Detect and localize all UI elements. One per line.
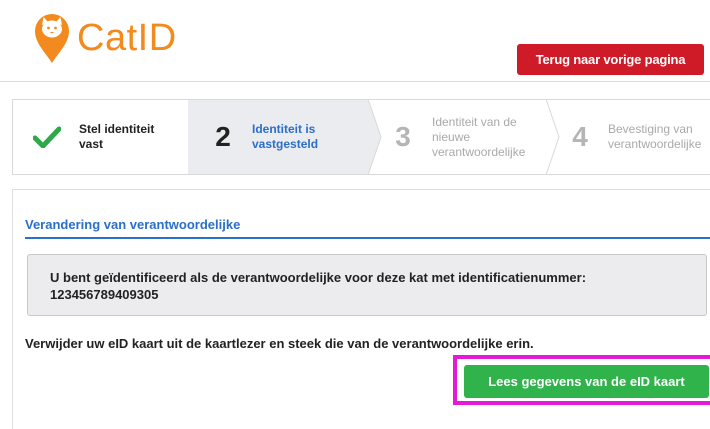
back-button[interactable]: Terug naar vorige pagina [517, 44, 704, 75]
section-divider [25, 237, 710, 239]
step-4-label: Bevestiging van verantwoordelijke [608, 122, 702, 151]
main-panel: Verandering van verantwoordelijke U bent… [12, 189, 710, 429]
app-name: CatID [77, 16, 177, 59]
step-4-number: 4 [572, 121, 588, 152]
step-1-label: Stel identiteit vast [79, 122, 155, 151]
catid-logo[interactable]: CatID [33, 12, 177, 64]
step-1: Stel identiteit vast [13, 99, 202, 175]
section-title: Verandering van verantwoordelijke [25, 217, 241, 232]
progress-steps: Stel identiteit vast 2 Identiteit is vas… [12, 99, 710, 175]
header: CatID Terug naar vorige pagina [0, 0, 710, 82]
step-3-number: 3 [395, 121, 411, 152]
cat-pin-icon [35, 14, 69, 63]
step-2: 2 Identiteit is vastgesteld [188, 99, 382, 175]
read-eid-button[interactable]: Lees gegevens van de eID kaart [464, 365, 709, 398]
check-icon [33, 126, 61, 148]
step-2-label: Identiteit is vastgesteld [252, 122, 319, 151]
step-2-number: 2 [215, 121, 231, 152]
step-3-label: Identiteit van de nieuwe verantwoordelij… [432, 114, 526, 159]
step-4: 4 Bevestiging van verantwoordelijke [546, 100, 710, 174]
instruction-text: Verwijder uw eID kaart uit de kaartlezer… [25, 336, 534, 351]
info-message: U bent geïdentificeerd als de verantwoor… [27, 254, 707, 316]
step-3: 3 Identiteit van de nieuwe verantwoordel… [368, 99, 560, 175]
